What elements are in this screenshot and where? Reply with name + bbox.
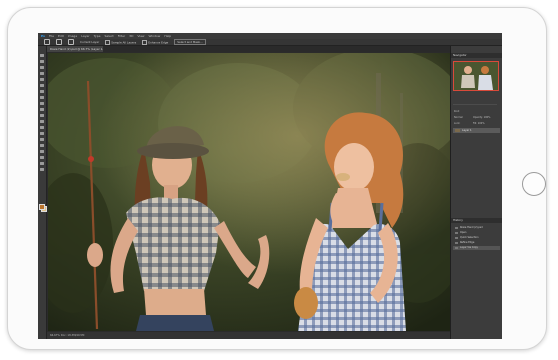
snapshot-icon	[455, 226, 458, 230]
crop-icon[interactable]	[40, 78, 44, 81]
history-step-icon	[455, 246, 458, 250]
history-item-label: Open	[460, 231, 467, 234]
quick-select-icon[interactable]	[40, 72, 44, 75]
foreground-color-swatch[interactable]	[39, 204, 45, 210]
history-step-icon	[455, 231, 458, 235]
select-and-mask-button[interactable]: Select and Mask...	[174, 39, 206, 45]
history-step-icon	[455, 241, 458, 245]
brush-size-icon[interactable]	[68, 39, 74, 45]
layer-row[interactable]: Layer 1	[453, 128, 500, 133]
layer-name: Layer 1	[462, 129, 472, 132]
history-panel-header[interactable]: History	[451, 218, 502, 223]
history-item-label: Quick Selection	[460, 236, 479, 239]
opacity-field[interactable]: Opacity: 100%	[473, 116, 490, 119]
enhance-edge-label: Enhance Edge	[148, 40, 169, 44]
eraser-icon[interactable]	[40, 114, 44, 117]
history-item-label: Layer Via Copy	[460, 246, 478, 249]
history-item-label: Refine Edge	[460, 241, 475, 244]
path-select-icon[interactable]	[40, 150, 44, 153]
panel-divider	[453, 104, 497, 105]
marquee-icon[interactable]	[40, 60, 44, 63]
history-item[interactable]: Rosie Hand (2).psd	[453, 226, 500, 230]
right-panel-dock: Navigator Kind Normal Opacity: 100% Lock…	[450, 46, 502, 339]
history-step-icon	[455, 236, 458, 240]
status-bar: 66.67% Doc: 18.3M/40.5M	[47, 332, 450, 339]
fill-field[interactable]: Fill: 100%	[473, 122, 485, 125]
clone-stamp-icon[interactable]	[40, 102, 44, 105]
blur-icon[interactable]	[40, 126, 44, 129]
zoom-icon[interactable]	[40, 168, 44, 171]
tools-panel	[38, 46, 47, 339]
zoom-icon[interactable]	[56, 39, 62, 45]
dodge-icon[interactable]	[40, 132, 44, 135]
gradient-icon[interactable]	[40, 120, 44, 123]
document-tab[interactable]: Rosie Hand (2).psd @ 66.7% (Layer 1, RGB…	[47, 46, 103, 52]
lock-label: Lock:	[454, 122, 461, 125]
sample-layer-select[interactable]: Current Layer	[80, 40, 99, 44]
document-tab-row: Rosie Hand (2).psd @ 66.7% (Layer 1, RGB…	[38, 46, 450, 52]
history-item[interactable]: Refine Edge	[453, 241, 500, 245]
home-button[interactable]	[522, 172, 546, 196]
shape-icon[interactable]	[40, 156, 44, 159]
blend-mode-select[interactable]: Normal	[454, 116, 463, 119]
brush-icon[interactable]	[40, 96, 44, 99]
quick-select-icon[interactable]	[44, 39, 50, 45]
lasso-icon[interactable]	[40, 66, 44, 69]
photoshop-screen: Ps File Edit Image Layer Type Select Fil…	[38, 33, 502, 339]
history-item-label: Rosie Hand (2).psd	[460, 226, 483, 229]
history-item[interactable]: Quick Selection	[453, 236, 500, 240]
hand-icon[interactable]	[40, 162, 44, 165]
eyedropper-icon[interactable]	[40, 84, 44, 87]
document-canvas[interactable]	[48, 53, 450, 331]
enhance-edge-checkbox[interactable]: Enhance Edge	[142, 39, 169, 45]
pen-icon[interactable]	[40, 138, 44, 141]
options-bar: Current Layer Sample All Layers Enhance …	[38, 39, 502, 46]
navigator-thumbnail[interactable]	[453, 61, 499, 91]
move-icon[interactable]	[40, 54, 44, 57]
layer-thumbnail	[455, 129, 460, 132]
canvas-photo	[48, 53, 450, 331]
history-item[interactable]: Layer Via Copy	[453, 246, 500, 250]
layers-kind-filter[interactable]: Kind	[454, 110, 459, 113]
tablet-frame: Ps File Edit Image Layer Type Select Fil…	[7, 7, 547, 350]
healing-brush-icon[interactable]	[40, 90, 44, 93]
navigator-panel-header[interactable]: Navigator	[451, 53, 502, 58]
sample-all-label: Sample All Layers	[111, 40, 137, 44]
type-icon[interactable]	[40, 144, 44, 147]
navigator-preview	[454, 62, 498, 90]
sample-all-layers-checkbox[interactable]: Sample All Layers	[105, 39, 137, 45]
history-item[interactable]: Open	[453, 231, 500, 235]
history-brush-icon[interactable]	[40, 108, 44, 111]
